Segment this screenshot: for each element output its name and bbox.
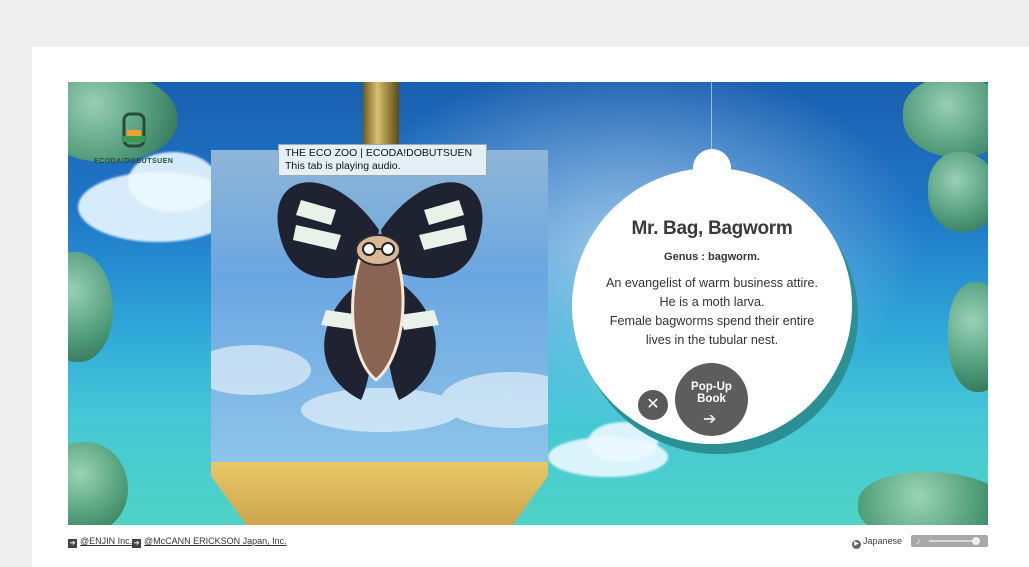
leaf — [903, 82, 988, 157]
butterfly-bagworm-image — [211, 182, 548, 432]
enjin-link-label: @ENJIN Inc. — [80, 536, 133, 546]
mccann-link-label: @McCANN ERICKSON Japan, Inc. — [144, 536, 287, 546]
play-icon: ▶ — [852, 540, 861, 549]
animal-description: An evangelist of warm business attire. H… — [590, 274, 834, 350]
popup-book-button[interactable]: Pop-Up Book ➔ — [675, 363, 748, 436]
bagworm-illustration[interactable] — [211, 150, 548, 462]
logo-text: ECODA!DOBUTSUEN — [94, 158, 174, 165]
animal-name: Mr. Bag, Bagworm — [631, 218, 793, 239]
description-line: Female bagworms spend their entire — [609, 314, 815, 328]
mccann-link[interactable]: ➔ @McCANN ERICKSON Japan, Inc. — [132, 536, 287, 548]
volume-slider[interactable]: ♪ — [911, 535, 988, 547]
hanging-string — [711, 82, 712, 152]
popup-label-line1: Pop-Up — [691, 381, 732, 393]
leaf — [928, 152, 988, 232]
tooltip-title: THE ECO ZOO | ECODA!DOBUTSUEN — [285, 147, 473, 159]
tooltip-subtitle: This tab is playing audio. — [285, 160, 401, 172]
external-link-icon: ➔ — [68, 539, 77, 548]
eco-zoo-logo[interactable]: ECODA!DOBUTSUEN — [80, 96, 174, 166]
leaf — [858, 472, 988, 525]
hanging-strap — [363, 82, 399, 152]
leaf — [68, 252, 113, 362]
external-link-icon: ➔ — [132, 539, 141, 548]
description-line: He is a moth larva. — [659, 295, 765, 309]
popup-label-line2: Book — [697, 393, 726, 405]
arrow-right-icon: ➔ — [703, 411, 717, 428]
music-note-icon: ♪ — [916, 536, 921, 546]
language-toggle[interactable]: ▶ Japanese — [852, 536, 902, 549]
popup-book-label: Pop-Up Book — [675, 381, 748, 405]
tab-audio-tooltip: THE ECO ZOO | ECODA!DOBUTSUEN This tab i… — [278, 144, 487, 176]
language-label: Japanese — [863, 536, 903, 546]
leaf — [68, 442, 128, 525]
description-line: lives in the tubular nest. — [645, 333, 779, 347]
panel-base — [211, 462, 548, 525]
close-icon: ✕ — [646, 396, 660, 413]
animal-genus: Genus : bagworm. — [664, 251, 760, 263]
logo-icon — [122, 112, 146, 148]
description-line: An evangelist of warm business attire. — [605, 276, 819, 290]
leaf — [948, 282, 988, 392]
close-button[interactable]: ✕ — [638, 390, 668, 420]
enjin-link[interactable]: ➔ @ENJIN Inc. — [68, 536, 132, 548]
volume-handle[interactable] — [972, 537, 980, 545]
